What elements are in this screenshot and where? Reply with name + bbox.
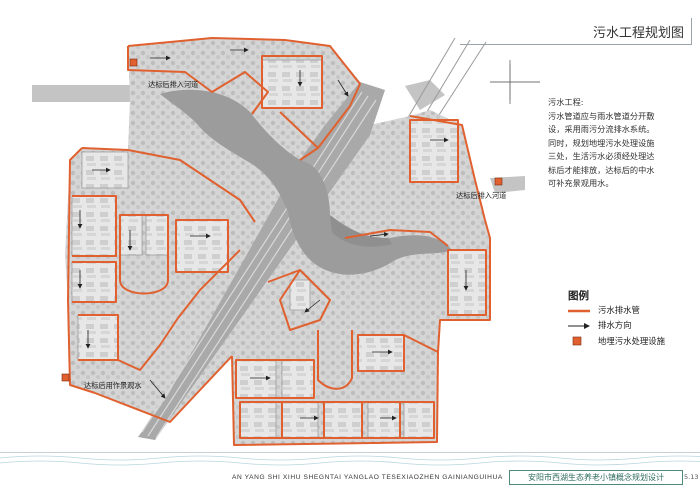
footer-wave xyxy=(0,455,700,466)
description-line-6: 可补充景观用水。 xyxy=(548,178,614,188)
legend: 图例 污水排水管 排水方向 地埋污水处理设施 xyxy=(568,288,698,346)
description-box: 污水工程: 污水管道应与雨水管道分开敷 设，采用雨污分流排水系统。 同时，规划地… xyxy=(548,96,694,191)
footer-divider xyxy=(0,452,700,453)
legend-title: 图例 xyxy=(568,290,589,302)
description-line-1: 污水管道应与雨水管道分开敷 xyxy=(548,110,655,121)
legend-facility-icon xyxy=(572,336,582,346)
legend-pipe-swatch xyxy=(568,309,590,313)
page-number: 5.13 xyxy=(684,473,699,481)
legend-facility-label: 地埋污水处理设施 xyxy=(598,336,665,346)
planning-map xyxy=(0,37,700,466)
description-line-4: 三处，生活污水必须经处理达 xyxy=(548,151,655,161)
description-line-5: 标后才能排放，达标后的中水 xyxy=(548,164,655,175)
legend-pipe-label: 污水排水管 xyxy=(598,305,640,315)
legend-arrow-icon xyxy=(568,323,590,329)
description-line-2: 设，采用雨污分流排水系统。 xyxy=(548,124,655,134)
footer-english-title: AN YANG SHI XIHU SHEGNTAI YANGLAO TESEXI… xyxy=(232,474,503,481)
footer-chinese-title: 安阳市西湖生态养老小镇概念规划设计 xyxy=(509,470,683,485)
treatment-facility-southwest xyxy=(61,373,70,382)
label-discharge-southwest: 达标后用作景观水 xyxy=(84,381,142,390)
compass-icon xyxy=(490,60,540,104)
treatment-facility-north xyxy=(129,58,138,67)
treatment-facility-east xyxy=(494,177,503,186)
label-discharge-north: 达标后排入河道 xyxy=(148,80,199,89)
label-discharge-east: 达标后排入河道 xyxy=(456,191,507,200)
description-heading: 污水工程: xyxy=(548,97,584,107)
description-line-3: 同时，规划地埋污水处理设施 xyxy=(548,137,655,148)
legend-arrow-label: 排水方向 xyxy=(598,320,632,330)
